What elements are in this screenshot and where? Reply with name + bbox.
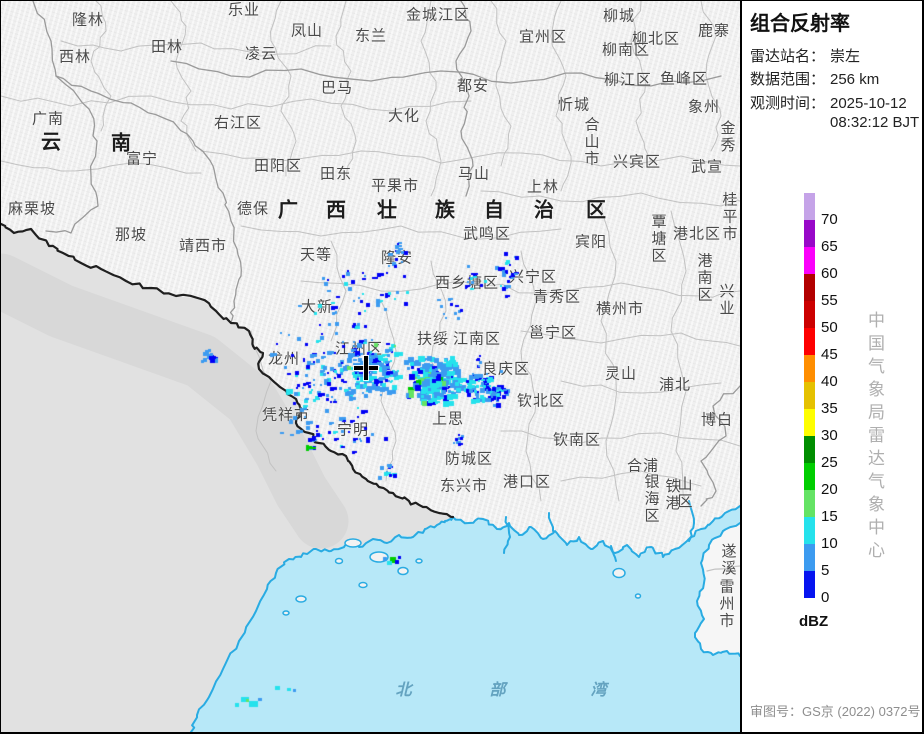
colorbar-tick-label: 55 (821, 292, 838, 309)
colorbar-segment (804, 490, 815, 517)
colorbar-segment (804, 463, 815, 490)
colorbar-tick-label: 5 (821, 562, 830, 579)
map-approval-number: 审图号：GS京 (2022) 0372号 (750, 704, 921, 719)
agency-watermark: 中国气象局雷达气象中心 (865, 311, 884, 564)
colorbar-tick-label: 0 (821, 589, 830, 606)
colorbar-segment (804, 517, 815, 544)
station-value: 崇左 (830, 48, 861, 65)
radar-app-window: 隆林乐业凤山东兰金城江区柳城鹿寨宜州区柳北区柳南区凌云西林田林巴马都安柳江区鱼峰… (0, 0, 924, 734)
time-row: 观测时间： 2025-10-12 (750, 92, 907, 113)
colorbar-segment (804, 247, 815, 274)
colorbar-tick-label: 25 (821, 454, 838, 471)
colorbar-segment (804, 301, 815, 328)
colorbar-tick-label: 50 (821, 319, 838, 336)
colorbar-tick-label: 60 (821, 265, 838, 282)
range-row: 数据范围： 256 km (750, 68, 879, 89)
colorbar-segment (804, 409, 815, 436)
colorbar-segment (804, 328, 815, 355)
colorbar-segment (804, 382, 815, 409)
colorbar-segment (804, 355, 815, 382)
colorbar-segment (804, 544, 815, 571)
colorbar-segment (804, 274, 815, 301)
colorbar-segment (804, 220, 815, 247)
colorbar-tick-label: 45 (821, 346, 838, 363)
radar-station-marker-icon (354, 356, 378, 380)
info-sidebar: 组合反射率 雷达站名： 崇左 数据范围： 256 km 观测时间： 2025-10-1… (740, 1, 922, 732)
colorbar-tick-label: 20 (821, 481, 838, 498)
range-value: 256 km (830, 71, 880, 88)
colorbar-segment (804, 436, 815, 463)
range-label: 数据范围： (750, 71, 826, 88)
colorbar-tick-label: 35 (821, 400, 838, 417)
colorbar-unit: dBZ (799, 613, 829, 630)
radar-map: 隆林乐业凤山东兰金城江区柳城鹿寨宜州区柳北区柳南区凌云西林田林巴马都安柳江区鱼峰… (1, 1, 740, 732)
time-date: 2025-10-12 (830, 95, 907, 112)
colorbar-tick-label: 65 (821, 238, 838, 255)
colorbar-segment (804, 193, 815, 220)
colorbar-tick-label: 10 (821, 535, 838, 552)
colorbar-tick-label: 30 (821, 427, 838, 444)
colorbar-tick-label: 70 (821, 211, 838, 228)
time-label: 观测时间： (750, 95, 826, 112)
station-label: 雷达站名： (750, 48, 826, 65)
colorbar-tick-label: 40 (821, 373, 838, 390)
colorbar-segment (804, 571, 815, 598)
colorbar-tick-label: 15 (821, 508, 838, 525)
product-title: 组合反射率 (750, 13, 850, 35)
reflectivity-colorbar (804, 193, 815, 598)
time-clock: 08:32:12 BJT (830, 114, 920, 131)
station-row: 雷达站名： 崇左 (750, 45, 860, 66)
